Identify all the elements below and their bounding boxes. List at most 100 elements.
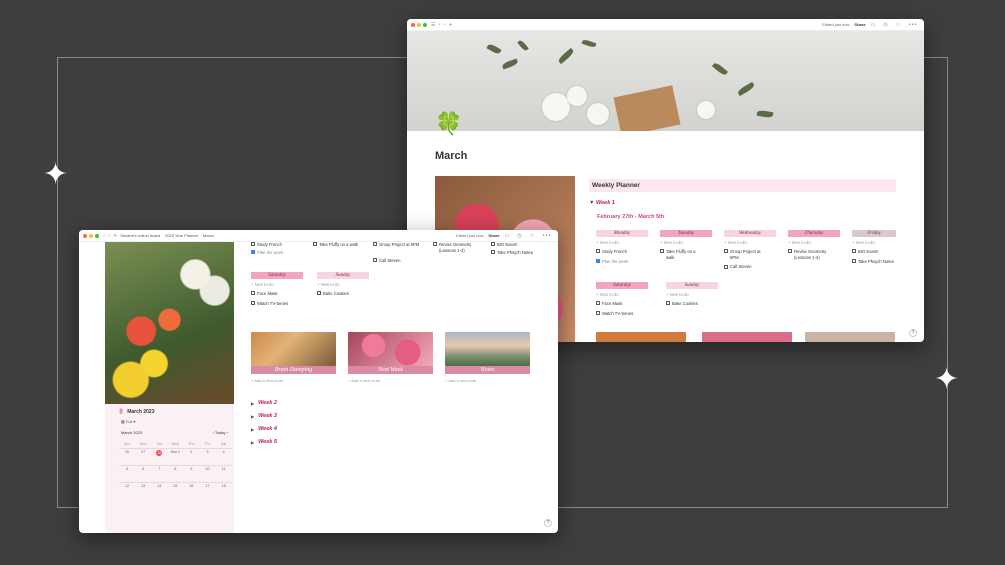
breadcrumb-march[interactable]: March — [203, 233, 214, 238]
add-page-icon[interactable]: + — [448, 22, 452, 28]
gallery-add-button[interactable]: + Add a new to-do — [251, 378, 336, 383]
checkbox-icon[interactable] — [491, 250, 495, 255]
calendar-day-cell[interactable]: 17 — [199, 482, 216, 499]
clock-icon[interactable]: ◷ — [517, 233, 521, 239]
calendar-day-cell[interactable]: 26 — [119, 448, 136, 465]
todo-item[interactable]: Face Mask — [251, 291, 303, 297]
next-month-icon[interactable]: › — [227, 430, 228, 435]
new-todo-button[interactable]: + New to-do — [724, 240, 776, 245]
toggle-arrow-icon[interactable]: ▶ — [251, 427, 254, 432]
toggle-arrow-icon[interactable]: ▶ — [251, 414, 254, 419]
todo-item[interactable]: Face Mask — [596, 301, 640, 307]
new-todo-button[interactable]: + New to-do — [666, 292, 718, 297]
new-todo-button[interactable]: + New to-do — [251, 282, 303, 287]
sidebar-toggle-icon[interactable]: ☰ — [431, 22, 435, 28]
week-toggle[interactable]: ▶ Week 2 — [251, 400, 277, 406]
more-options-icon[interactable]: ••• — [542, 233, 551, 239]
more-options-icon[interactable]: ••• — [908, 22, 917, 28]
todo-item[interactable]: Revise Geometry (Lessons 1-4) — [433, 242, 488, 253]
todo-item[interactable]: Take Phsych Notes — [852, 259, 896, 265]
close-window-button[interactable] — [83, 233, 87, 238]
breadcrumb-year-planner[interactable]: 2023 Year Planner — [165, 233, 198, 238]
comment-icon[interactable]: ▭ — [871, 22, 876, 28]
checkbox-icon[interactable] — [596, 310, 600, 315]
calendar-day-cell[interactable]: 10 — [199, 465, 216, 482]
star-icon[interactable]: ☆ — [896, 22, 900, 28]
checkbox-icon[interactable] — [317, 291, 321, 296]
comment-icon[interactable]: ▭ — [505, 233, 510, 239]
checkbox-icon[interactable] — [251, 250, 255, 255]
week-toggle[interactable]: ▶ Week 4 — [251, 426, 277, 432]
zoom-window-button[interactable] — [95, 233, 99, 238]
todo-item[interactable]: Group Project at 5PM — [724, 249, 768, 260]
calendar-day-cell[interactable]: 28 — [151, 448, 168, 465]
calendar-day-cell[interactable]: 3 — [199, 448, 216, 465]
gallery-card-brain-dumping[interactable]: Brain Dumping + Add a new to-do — [251, 332, 336, 383]
todo-item[interactable]: Plan the week — [251, 250, 306, 256]
todo-item[interactable]: Call Steven — [373, 258, 428, 264]
forward-arrow-icon[interactable]: › — [108, 233, 110, 239]
checkbox-icon[interactable] — [373, 258, 377, 263]
checkbox-icon[interactable] — [788, 249, 792, 254]
new-todo-button[interactable]: + New to-do — [317, 282, 369, 287]
checkbox-icon[interactable] — [666, 301, 670, 306]
todo-item[interactable]: Watch TV-Series — [596, 311, 640, 317]
todo-item[interactable]: Call Steven — [724, 264, 768, 270]
todo-item[interactable]: Watch TV-Series — [251, 301, 303, 307]
todo-item[interactable]: Group Project at 5PM — [373, 242, 428, 248]
checkbox-icon[interactable] — [251, 300, 255, 305]
calendar-day-cell[interactable]: 8 — [167, 465, 184, 482]
checkbox-icon[interactable] — [251, 291, 255, 296]
gallery-add-button[interactable]: + Add a new to-do — [348, 378, 433, 383]
checkbox-icon[interactable] — [724, 264, 728, 269]
toggle-arrow-icon[interactable]: ▶ — [251, 440, 254, 445]
today-button[interactable]: Today — [215, 430, 226, 435]
checkbox-icon[interactable] — [313, 242, 317, 247]
checkbox-icon[interactable] — [852, 258, 856, 263]
share-button[interactable]: Share — [854, 22, 865, 27]
checkbox-icon[interactable] — [724, 249, 728, 254]
todo-item[interactable]: BIO Exam! — [491, 242, 546, 248]
checkbox-icon[interactable] — [596, 249, 600, 254]
star-icon[interactable]: ☆ — [530, 233, 534, 239]
todo-item[interactable]: Take Fluffy on a walk — [313, 242, 368, 248]
zoom-window-button[interactable] — [423, 22, 427, 27]
minimize-window-button[interactable] — [89, 233, 93, 238]
gallery-card-next-week[interactable]: Next Week + Add a new to-do — [348, 332, 433, 383]
todo-item[interactable]: Take Fluffy on a walk — [660, 249, 704, 260]
checkbox-icon[interactable] — [660, 249, 664, 254]
toggle-arrow-icon[interactable]: ▶ — [251, 401, 254, 406]
gallery-card-notes[interactable]: Notes + Add a new note — [445, 332, 530, 383]
calendar-day-cell[interactable]: 16 — [183, 482, 200, 499]
checkbox-icon[interactable] — [596, 258, 600, 263]
calendar-day-cell[interactable]: 9 — [183, 465, 200, 482]
checkbox-icon[interactable] — [373, 242, 377, 247]
page-icon-clover[interactable]: 🍀 — [435, 112, 462, 137]
todo-item[interactable]: Bake Cookies — [666, 301, 710, 307]
todo-item[interactable]: Take Phsych Notes — [491, 250, 546, 256]
prev-month-icon[interactable]: ‹ — [212, 430, 213, 435]
add-page-icon[interactable]: + — [113, 233, 117, 239]
close-window-button[interactable] — [411, 22, 415, 27]
breadcrumb-workspace[interactable]: Student's notion board — [120, 233, 160, 238]
week-toggle[interactable]: ▶ Week 3 — [251, 413, 277, 419]
forward-arrow-icon[interactable]: › — [443, 22, 445, 28]
checkbox-icon[interactable] — [852, 249, 856, 254]
checkbox-icon[interactable] — [251, 242, 255, 247]
todo-item[interactable]: Plan the week — [596, 259, 640, 265]
new-todo-button[interactable]: + New to-do — [788, 240, 840, 245]
calendar-day-cell[interactable]: 27 — [135, 448, 152, 465]
week-toggle[interactable]: ▶ Week 5 — [251, 439, 277, 445]
todo-item[interactable]: Study French — [596, 249, 640, 255]
calendar-day-cell[interactable]: 11 — [215, 465, 232, 482]
week-1-toggle[interactable]: ▼ Week 1 — [589, 200, 896, 206]
calendar-day-cell[interactable]: 4 — [215, 448, 232, 465]
calendar-day-cell[interactable]: 7 — [151, 465, 168, 482]
gallery-add-button[interactable]: + Add a new note — [445, 378, 530, 383]
back-arrow-icon[interactable]: ‹ — [438, 22, 440, 28]
calendar-view-selector[interactable]: ▦ Full ▾ — [105, 417, 234, 426]
calendar-day-cell[interactable]: 12 — [119, 482, 136, 499]
checkbox-icon[interactable] — [596, 301, 600, 306]
calendar-day-cell[interactable]: 13 — [135, 482, 152, 499]
new-todo-button[interactable]: + New to-do — [596, 292, 648, 297]
